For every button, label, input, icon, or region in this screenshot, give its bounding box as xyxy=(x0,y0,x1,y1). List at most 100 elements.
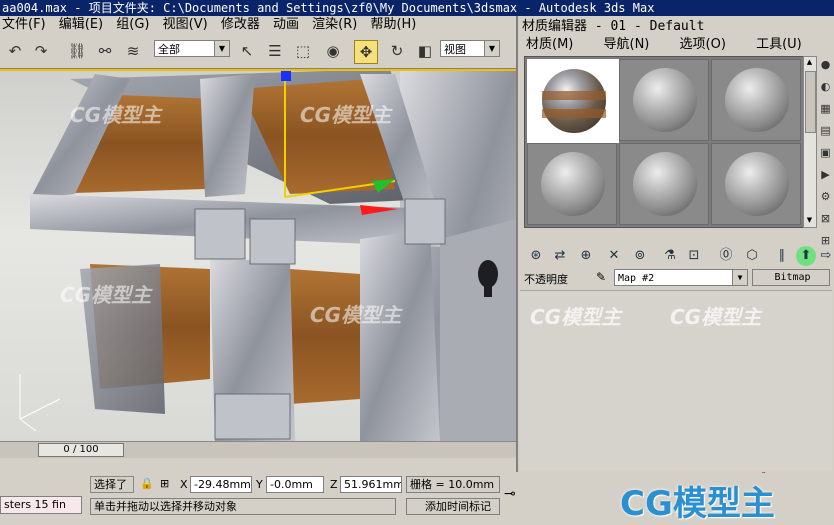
chevron-down-icon: ▼ xyxy=(484,41,499,56)
coord-x-field[interactable]: -29.48mm xyxy=(190,476,252,493)
medit-menu-material[interactable]: 材质(M) xyxy=(526,36,573,54)
grid-size: 栅格 = 10.0mm xyxy=(406,476,500,493)
reset-map-icon[interactable]: ✕ xyxy=(604,246,624,266)
go-to-parent-icon[interactable]: ⬆ xyxy=(796,246,816,266)
menu-edit[interactable]: 编辑(E) xyxy=(59,16,103,34)
menu-rendering[interactable]: 渲染(R) xyxy=(312,16,357,34)
chest-ornament xyxy=(214,393,291,440)
menu-group[interactable]: 组(G) xyxy=(116,16,149,34)
map-type-button[interactable]: Bitmap xyxy=(752,269,830,286)
make-unique-icon[interactable]: ⚗ xyxy=(660,246,680,266)
scroll-thumb[interactable] xyxy=(805,71,816,133)
medit-menu-utilities[interactable]: 工具(U) xyxy=(756,36,802,54)
gizmo-z-handle[interactable] xyxy=(281,71,291,81)
select-icon[interactable]: ↖ xyxy=(236,40,258,62)
material-slot[interactable] xyxy=(527,143,617,225)
sample-slots-scrollbar[interactable]: ▲ ▼ xyxy=(803,56,817,228)
medit-menu-navigation[interactable]: 导航(N) xyxy=(604,36,650,54)
medit-menu-options[interactable]: 选项(O) xyxy=(680,36,726,54)
put-to-scene-icon[interactable]: ⇄ xyxy=(550,246,570,266)
put-to-library-icon[interactable]: ⊡ xyxy=(684,246,704,266)
material-editor-title-bar: 材质编辑器 - 01 - Default xyxy=(518,17,814,36)
keyhole xyxy=(484,279,492,297)
select-by-name-icon[interactable]: ☰ xyxy=(264,40,286,62)
backlight-icon[interactable]: ◐ xyxy=(818,78,833,95)
menu-file[interactable]: 文件(F) xyxy=(2,16,46,34)
undo-icon[interactable]: ↶ xyxy=(4,40,26,62)
map-name-field[interactable]: Map #2 ▼ xyxy=(614,269,748,286)
window-crossing-icon[interactable]: ◉ xyxy=(322,40,344,62)
coord-x-value: -29.48mm xyxy=(194,478,251,491)
menu-animation[interactable]: 动画 xyxy=(273,16,299,34)
watermark: CG模型主 xyxy=(310,303,402,327)
add-time-tag-button[interactable]: 添加时间标记 xyxy=(406,498,500,515)
material-slot[interactable] xyxy=(711,59,801,141)
sphere-band xyxy=(542,91,606,100)
show-end-result-icon[interactable]: ∥ xyxy=(772,246,792,266)
background-icon[interactable]: ▦ xyxy=(818,100,833,117)
assign-to-selection-icon[interactable]: ⊕ xyxy=(576,246,596,266)
chevron-down-icon: ▼ xyxy=(732,270,747,285)
chest-front-panel xyxy=(440,219,516,441)
select-by-material-icon[interactable]: ⊠ xyxy=(818,210,833,227)
coord-y-value: -0.0mm xyxy=(270,478,313,491)
watermark: CG模型主 xyxy=(530,305,622,329)
options-icon[interactable]: ⚙ xyxy=(818,188,833,205)
coord-z-field[interactable]: 51.961mm xyxy=(340,476,402,493)
material-slot[interactable] xyxy=(711,143,801,225)
show-map-in-viewport-icon[interactable]: ⬡ xyxy=(742,246,762,266)
go-forward-to-sibling-icon[interactable]: ⇨ xyxy=(816,246,834,266)
coord-y-label: Y xyxy=(256,478,263,491)
prompt-line: 单击并拖动以选择并移动对象 xyxy=(90,498,396,515)
sample-type-icon[interactable]: ● xyxy=(818,56,833,73)
world-axis-y xyxy=(19,418,37,432)
bind-space-warp-icon[interactable]: ≋ xyxy=(122,40,144,62)
perspective-viewport[interactable]: CG模型主 CG模型主 CG模型主 CG模型主 xyxy=(0,69,516,441)
material-slot[interactable] xyxy=(619,143,709,225)
status-bar: sters 15 fin 选择了 🔒 ⊞ X -29.48mm Y -0.0mm… xyxy=(0,464,834,524)
window-title: aa004.max - 项目文件夹: C:\Documents and Sett… xyxy=(2,1,655,15)
coord-x-label: X xyxy=(180,478,188,491)
watermark: CG模型主 xyxy=(670,305,762,329)
sphere-icon xyxy=(725,152,789,216)
lock-icon[interactable]: 🔒 xyxy=(140,477,154,490)
make-copy-icon[interactable]: ⊚ xyxy=(630,246,650,266)
time-slider-thumb[interactable]: 0 / 100 xyxy=(38,443,124,457)
unlink-icon[interactable]: ⚯ xyxy=(94,40,116,62)
active-viewport-border xyxy=(0,69,516,71)
make-preview-icon[interactable]: ▶ xyxy=(818,166,833,183)
uv-tiling-icon[interactable]: ▤ xyxy=(818,122,833,139)
menu-modifiers[interactable]: 修改器 xyxy=(221,16,260,34)
selection-info-text: 选择了 xyxy=(94,478,127,491)
material-slot[interactable] xyxy=(619,59,709,141)
select-scale-icon[interactable]: ◧ xyxy=(414,40,436,62)
key-icon[interactable]: ⊸ xyxy=(504,486,516,502)
select-move-icon[interactable]: ✥ xyxy=(354,40,378,64)
link-icon[interactable]: ⛓ xyxy=(66,40,88,62)
reference-coordinate-value: 视图 xyxy=(444,43,466,56)
maxscript-listener[interactable]: sters 15 fin xyxy=(0,496,82,514)
absolute-mode-icon[interactable]: ⊞ xyxy=(160,477,169,490)
video-color-check-icon[interactable]: ▣ xyxy=(818,144,833,161)
material-slot[interactable] xyxy=(527,59,619,143)
get-material-icon[interactable]: ⊛ xyxy=(526,246,546,266)
sphere-icon xyxy=(541,152,605,216)
rect-region-icon[interactable]: ⬚ xyxy=(292,40,314,62)
redo-icon[interactable]: ↷ xyxy=(30,40,52,62)
eyedropper-icon[interactable]: ✎ xyxy=(596,270,606,284)
opacity-label: 不透明度 xyxy=(524,273,568,286)
map-parameter-row: 不透明度 ✎ Map #2 ▼ Bitmap xyxy=(520,268,834,288)
watermark: CG模型主 xyxy=(300,103,392,127)
coord-y-field[interactable]: -0.0mm xyxy=(266,476,324,493)
select-rotate-icon[interactable]: ↻ xyxy=(386,40,408,62)
menu-help[interactable]: 帮助(H) xyxy=(370,16,416,34)
track-bar[interactable] xyxy=(0,458,516,473)
scroll-up-icon[interactable]: ▲ xyxy=(805,58,814,68)
menu-views[interactable]: 视图(V) xyxy=(163,16,208,34)
map-name-value: Map #2 xyxy=(618,273,655,284)
window-title-bar: aa004.max - 项目文件夹: C:\Documents and Sett… xyxy=(0,0,834,16)
selection-filter-dropdown[interactable]: 全部 ▼ xyxy=(154,40,230,57)
scroll-down-icon[interactable]: ▼ xyxy=(805,216,814,226)
material-id-channel-icon[interactable]: ⓪ xyxy=(716,246,736,266)
reference-coordinate-dropdown[interactable]: 视图 ▼ xyxy=(440,40,500,57)
